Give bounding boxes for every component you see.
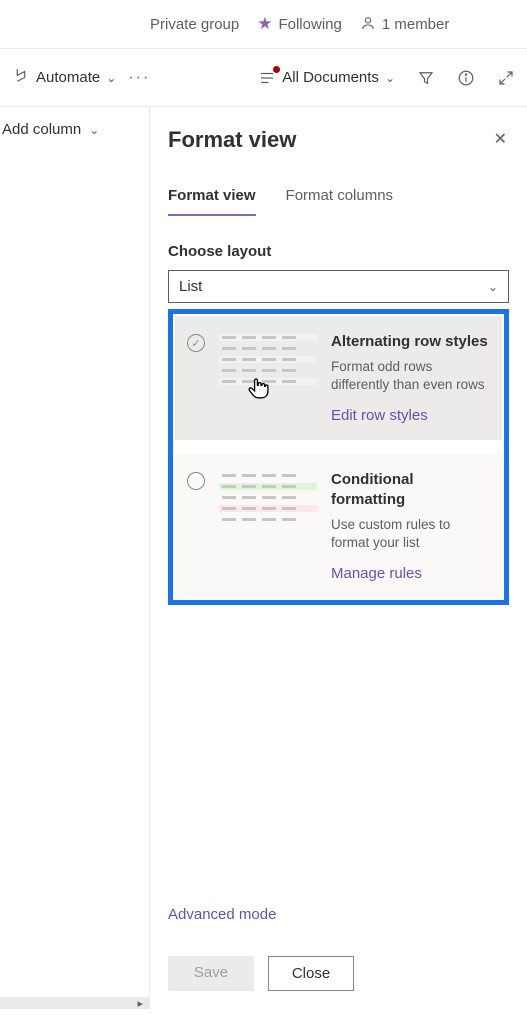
add-column-button[interactable]: Add column ⌄ — [0, 107, 149, 153]
radio-selected-icon — [187, 334, 205, 352]
layout-dropdown[interactable]: List ⌄ — [168, 270, 509, 303]
format-view-panel: Format view ✕ Format view Format columns… — [150, 107, 527, 1009]
site-info-bar: Private group ★ Following 1 member — [0, 0, 527, 49]
manage-rules-link[interactable]: Manage rules — [331, 565, 490, 582]
chevron-down-icon: ⌄ — [385, 71, 395, 85]
advanced-mode-link[interactable]: Advanced mode — [168, 906, 276, 923]
panel-title: Format view — [168, 127, 509, 153]
layout-options-highlight: Alternating row styles Format odd rows d… — [168, 309, 509, 605]
panel-tabs: Format view Format columns — [168, 181, 509, 217]
save-button: Save — [168, 956, 254, 991]
chevron-down-icon: ⌄ — [488, 280, 498, 294]
following-label: Following — [278, 16, 341, 33]
views-label: All Documents — [282, 69, 379, 86]
automate-button[interactable]: Automate ⌄ — [12, 67, 116, 89]
panel-footer: Save Close — [168, 956, 354, 991]
member-count-label: 1 member — [382, 16, 450, 33]
layout-selected-value: List — [179, 278, 202, 295]
views-button[interactable]: All Documents ⌄ — [258, 69, 395, 87]
star-icon: ★ — [257, 14, 272, 34]
command-bar: Automate ⌄ ··· All Documents ⌄ — [0, 49, 527, 107]
more-button[interactable]: ··· — [124, 69, 154, 87]
close-panel-button[interactable]: ✕ — [494, 129, 507, 149]
conditional-title: Conditional formatting — [331, 470, 490, 511]
group-type-label: Private group — [150, 16, 239, 33]
person-icon — [360, 15, 376, 33]
alternating-row-option[interactable]: Alternating row styles Format odd rows d… — [175, 316, 502, 440]
conditional-formatting-option[interactable]: Conditional formatting Use custom rules … — [175, 454, 502, 598]
list-area: Add column ⌄ ▸ — [0, 107, 150, 1009]
conditional-desc: Use custom rules to format your list — [331, 516, 490, 552]
filter-button[interactable] — [417, 69, 435, 87]
chevron-down-icon: ⌄ — [89, 123, 99, 137]
alternating-thumbnail — [219, 332, 317, 424]
edit-row-styles-link[interactable]: Edit row styles — [331, 407, 490, 424]
chevron-down-icon: ⌄ — [106, 71, 116, 85]
choose-layout-label: Choose layout — [168, 243, 509, 260]
radio-unselected-icon — [187, 472, 205, 490]
list-icon — [258, 69, 276, 87]
info-button[interactable] — [457, 69, 475, 87]
expand-button[interactable] — [497, 69, 515, 87]
add-column-label: Add column — [2, 121, 81, 138]
alternating-title: Alternating row styles — [331, 332, 490, 352]
member-count[interactable]: 1 member — [360, 15, 450, 33]
tab-format-columns[interactable]: Format columns — [286, 181, 394, 216]
close-button[interactable]: Close — [268, 956, 354, 991]
tab-format-view[interactable]: Format view — [168, 181, 256, 216]
conditional-thumbnail — [219, 470, 317, 582]
scroll-arrow-right-icon: ▸ — [137, 997, 143, 1010]
follow-toggle[interactable]: ★ Following — [257, 14, 342, 34]
flow-icon — [12, 67, 30, 89]
alternating-desc: Format odd rows differently than even ro… — [331, 358, 490, 394]
horizontal-scrollbar[interactable]: ▸ — [0, 997, 149, 1009]
automate-label: Automate — [36, 69, 100, 86]
notification-dot-icon — [273, 66, 280, 73]
